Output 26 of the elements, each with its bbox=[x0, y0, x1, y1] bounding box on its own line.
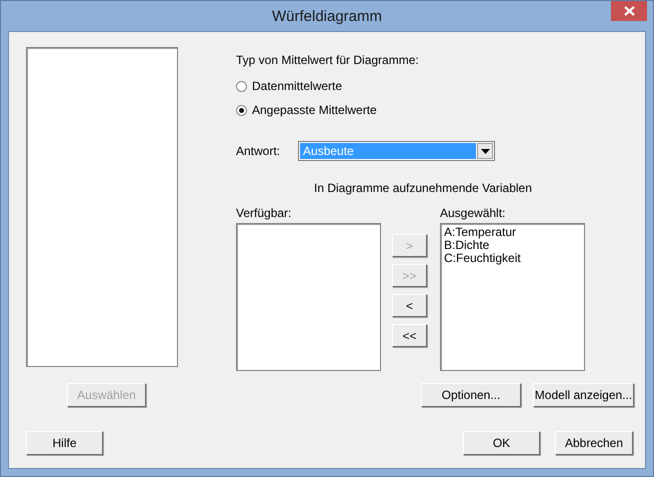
response-label: Antwort: bbox=[236, 144, 280, 158]
close-button[interactable] bbox=[611, 1, 647, 21]
radio-button[interactable] bbox=[236, 104, 247, 116]
options-button[interactable]: Optionen... bbox=[421, 383, 521, 407]
available-label: Verfügbar: bbox=[236, 206, 292, 220]
radio-button[interactable] bbox=[236, 80, 247, 92]
available-list[interactable] bbox=[236, 223, 381, 371]
radio-option[interactable]: Datenmittelwerte bbox=[236, 79, 342, 93]
list-item[interactable]: C:Feuchtigkeit bbox=[444, 252, 521, 265]
list-item[interactable]: B:Dichte bbox=[444, 239, 490, 252]
transfer-button[interactable]: << bbox=[392, 324, 427, 347]
transfer-button[interactable]: < bbox=[392, 294, 427, 317]
variable-list[interactable] bbox=[26, 47, 178, 367]
variables-heading: In Diagramme aufzunehmende Variablen bbox=[314, 181, 533, 195]
cancel-button[interactable]: Abbrechen bbox=[555, 431, 633, 455]
ok-button[interactable]: OK bbox=[463, 431, 540, 455]
show-model-button[interactable]: Modell anzeigen... bbox=[533, 383, 634, 407]
selected-label: Ausgewählt: bbox=[440, 206, 506, 220]
selected-list[interactable]: A:Temperatur B:Dichte C:Feuchtigkeit bbox=[440, 223, 585, 371]
close-icon bbox=[624, 6, 634, 16]
dropdown-arrow-icon bbox=[480, 148, 490, 154]
list-item[interactable]: A:Temperatur bbox=[444, 226, 516, 239]
window-title: Würfeldiagramm bbox=[272, 8, 382, 24]
help-button[interactable]: Hilfe bbox=[26, 431, 103, 455]
radio-option[interactable]: Angepasste Mittelwerte bbox=[236, 103, 377, 117]
mean-type-label: Typ von Mittelwert für Diagramme: bbox=[236, 53, 420, 67]
